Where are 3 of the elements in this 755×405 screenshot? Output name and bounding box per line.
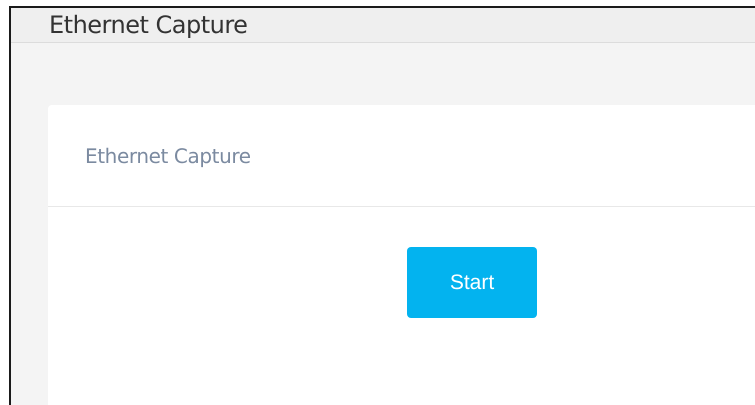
card-title: Ethernet Capture [85,144,251,168]
page-title: Ethernet Capture [49,11,248,39]
start-button[interactable]: Start [407,247,537,318]
